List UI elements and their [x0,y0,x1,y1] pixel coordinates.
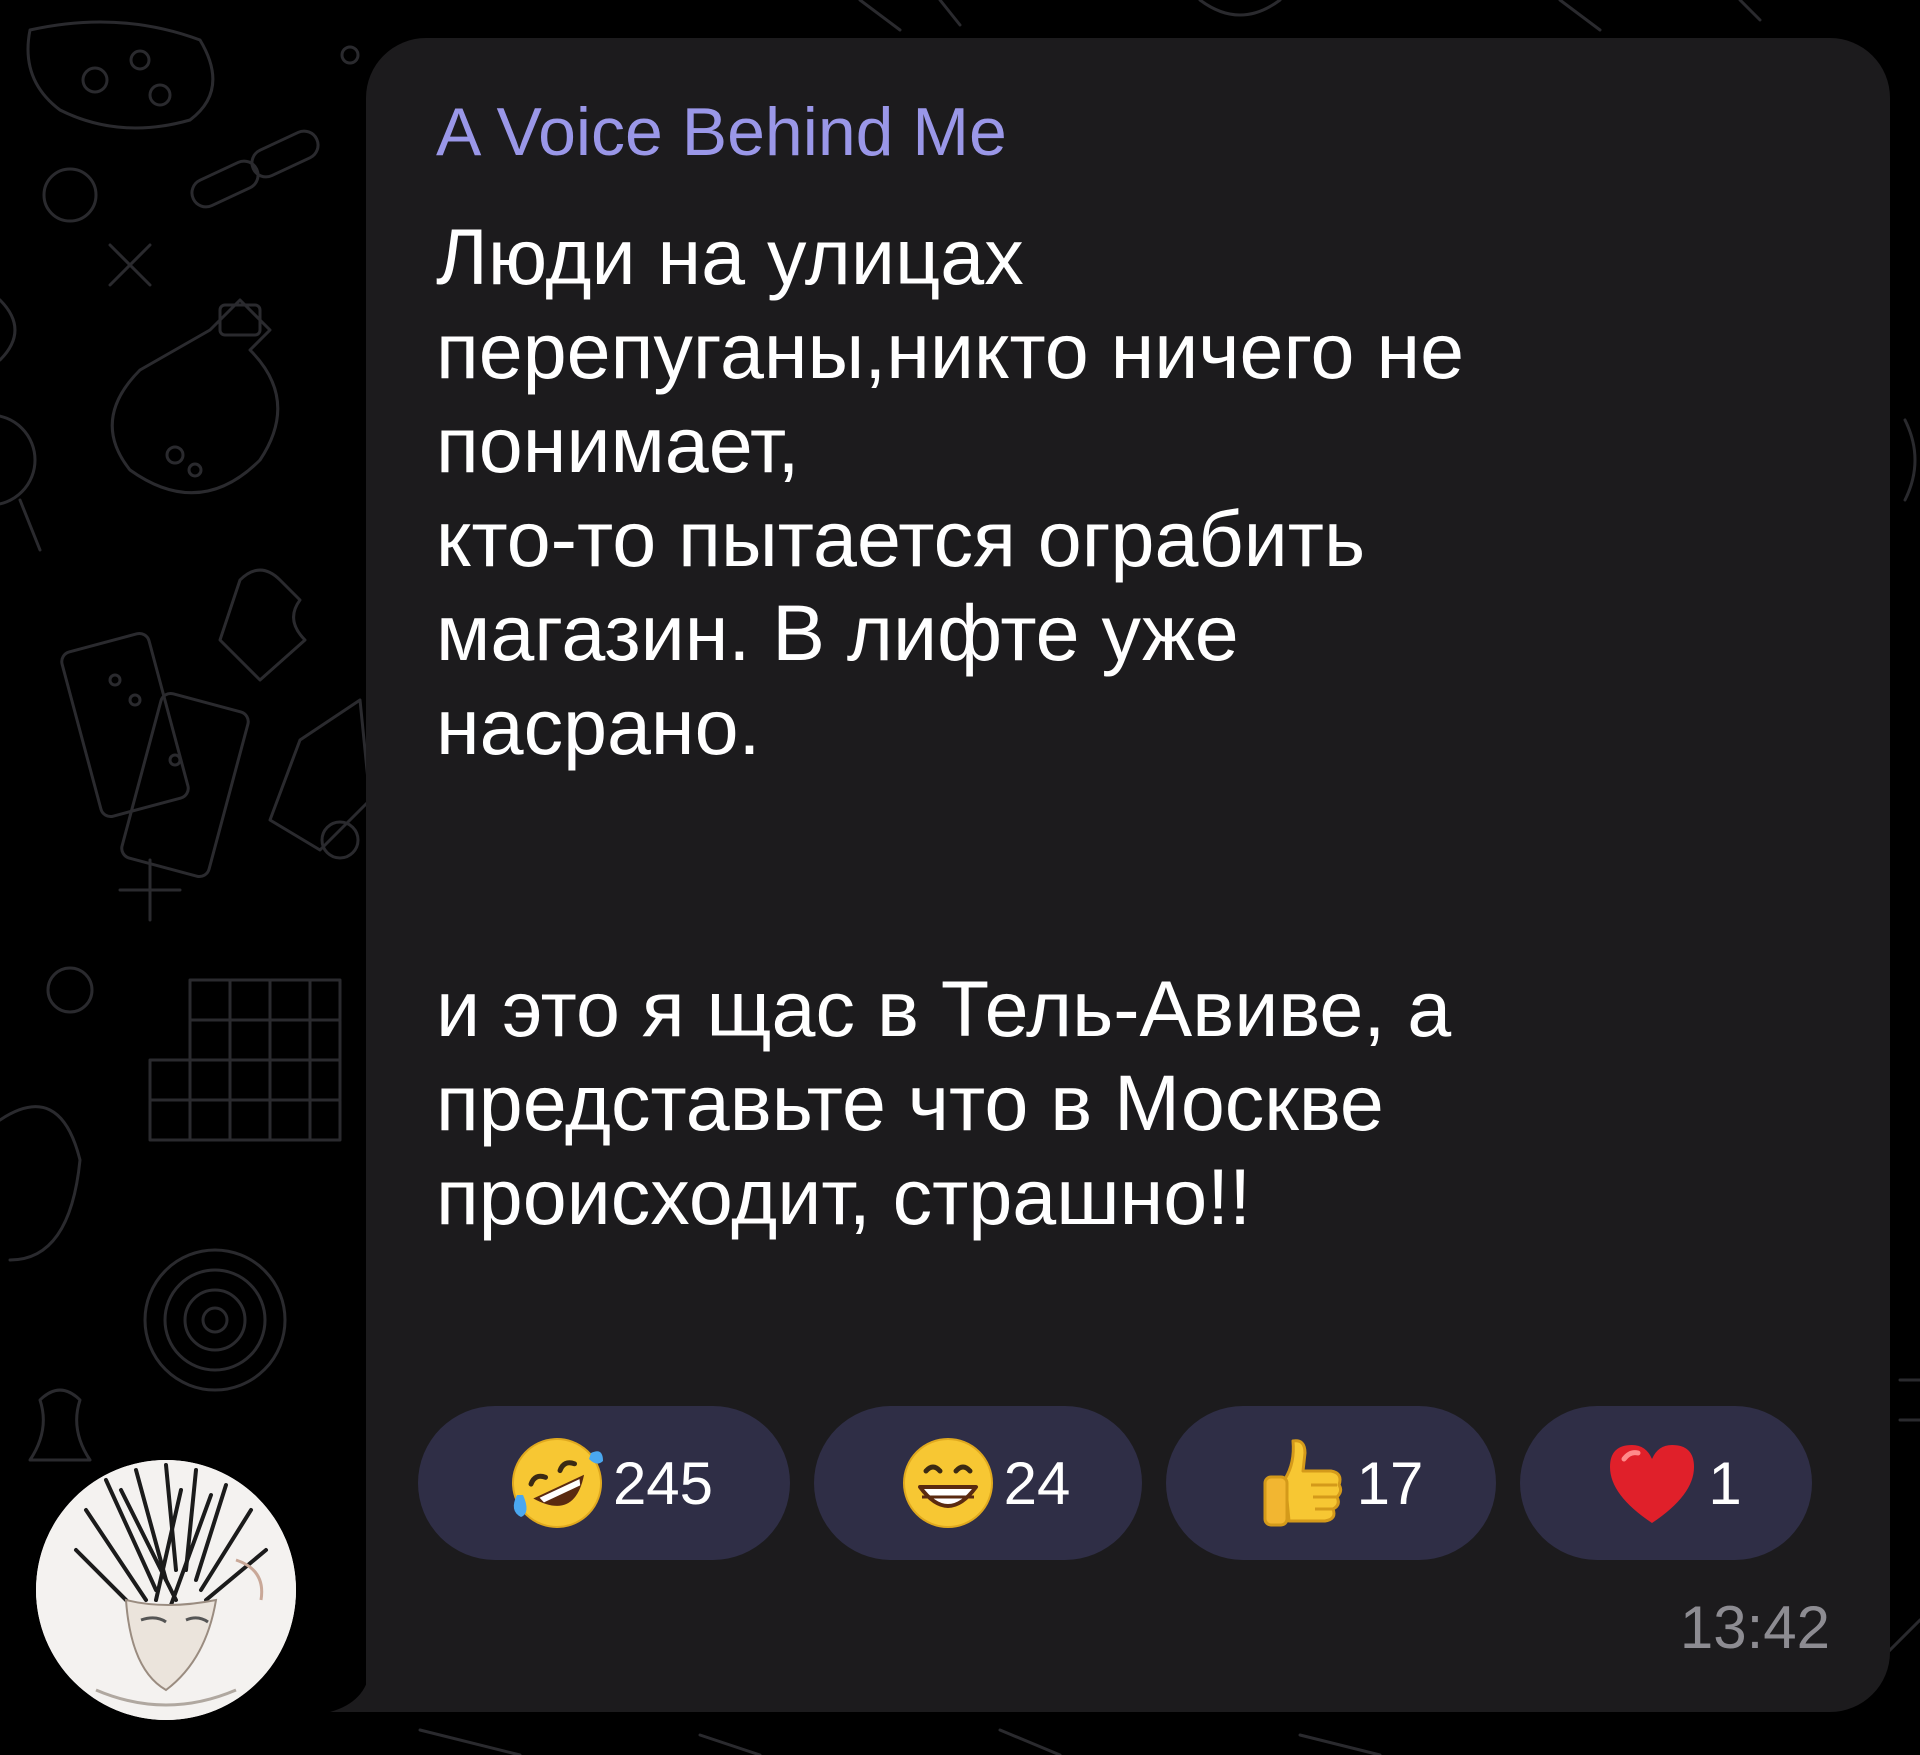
reaction-count: 1 [1708,1449,1742,1517]
avatar-portrait-image [36,1460,296,1720]
reaction-grinning[interactable]: 24 [814,1406,1142,1560]
red-heart-emoji [1610,1445,1695,1523]
reaction-count: 245 [612,1449,714,1517]
message-text: Люди на улицах перепуганы,никто ничего н… [436,212,1465,1241]
reactions-bar: 245 24 17 1 [418,1406,1812,1560]
sender-avatar[interactable] [36,1460,296,1720]
grinning-face-emoji [902,1438,993,1528]
reaction-heart[interactable]: 1 [1520,1406,1812,1560]
thumbs-up-emoji [1263,1439,1342,1527]
message-timestamp: 13:42 [1679,1594,1830,1661]
reaction-count: 17 [1356,1449,1424,1517]
sender-name[interactable]: A Voice Behind Me [436,98,1007,166]
message-bubble[interactable]: A Voice Behind Me Люди на улицах перепуг… [366,38,1890,1712]
reaction-laughing[interactable]: 245 [418,1406,790,1560]
rolling-on-floor-laughing-emoji [511,1438,603,1528]
reaction-count: 24 [1003,1449,1071,1517]
reaction-thumbs-up[interactable]: 17 [1166,1406,1496,1560]
